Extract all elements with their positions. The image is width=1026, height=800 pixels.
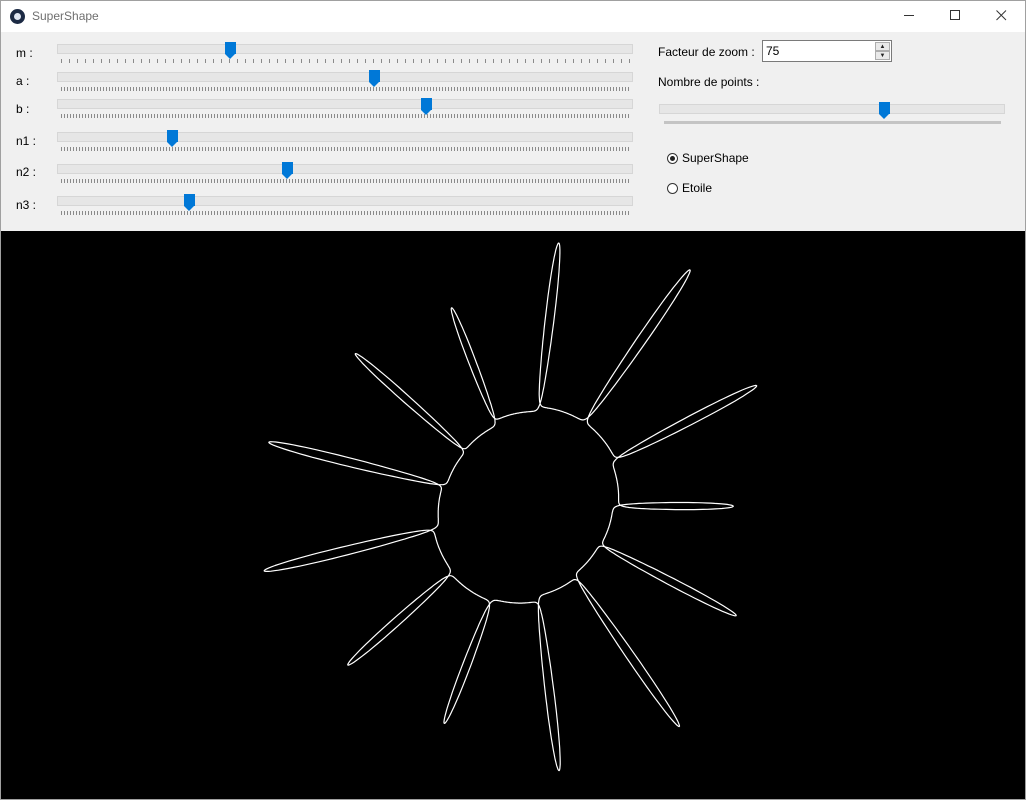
drawing-canvas — [1, 231, 1025, 799]
points-slider-track[interactable] — [659, 104, 1005, 114]
radio-supershape-circle[interactable] — [667, 152, 678, 164]
slider-label-m: m : — [16, 46, 33, 60]
window-title: SuperShape — [32, 9, 99, 23]
points-slider-thumb[interactable] — [878, 102, 890, 119]
slider-a-thumb[interactable] — [368, 70, 380, 87]
points-slider-baseline — [664, 121, 1001, 124]
radio-etoile-circle[interactable] — [667, 182, 678, 194]
minimize-button-visible[interactable] — [886, 0, 932, 31]
maximize-button[interactable] — [932, 0, 978, 31]
radio-etoile-label: Etoile — [682, 181, 713, 195]
zoom-value[interactable]: 75 — [766, 44, 779, 58]
spin-down-button[interactable]: ▼ — [875, 51, 890, 60]
slider-a-ticks — [61, 87, 631, 91]
slider-m-track[interactable] — [57, 44, 633, 54]
minimize-icon — [903, 15, 914, 16]
app-window: SuperShape m : a : b : n1 : n2 : n3: Fa… — [0, 0, 1026, 800]
slider-n3-ticks — [61, 211, 631, 215]
slider-b-track[interactable] — [57, 99, 633, 109]
slider-m-thumb[interactable] — [224, 42, 236, 59]
slider-n2-ticks — [61, 179, 631, 183]
slider-b-ticks — [61, 114, 631, 118]
slider-n2-thumb[interactable] — [282, 162, 294, 179]
points-label: Nombre de points : — [658, 75, 760, 89]
zoom-label: Facteur de zoom : — [658, 45, 755, 59]
slider-m-ticks — [61, 59, 631, 63]
slider-n1-track[interactable] — [57, 132, 633, 142]
slider-n3-track[interactable] — [57, 196, 633, 206]
supershape-drawing — [263, 242, 758, 772]
controls-panel: m : a : b : n1 : n2 : n3 : Facteur de zo… — [1, 32, 1025, 231]
close-icon — [995, 10, 1006, 21]
app-icon — [10, 9, 25, 24]
supershape-curve — [263, 242, 758, 772]
slider-b-thumb[interactable] — [420, 98, 432, 115]
slider-label-b: b : — [16, 102, 30, 116]
slider-a-track[interactable] — [57, 72, 633, 82]
radio-supershape[interactable]: SuperShape — [667, 151, 749, 165]
radio-etoile[interactable]: Etoile — [667, 181, 712, 195]
spin-up-button[interactable]: ▲ — [875, 42, 890, 51]
slider-label-a: a : — [16, 74, 30, 88]
maximize-icon — [949, 10, 960, 20]
radio-supershape-label: SuperShape — [682, 151, 749, 165]
slider-label-n3: n3 : — [16, 198, 37, 212]
slider-n3-thumb[interactable] — [184, 194, 196, 211]
slider-n1-thumb[interactable] — [167, 130, 179, 147]
title-bar[interactable]: SuperShape — [1, 1, 1025, 32]
slider-n1-ticks — [61, 147, 631, 151]
zoom-spinbox[interactable]: 75 ▲ ▼ — [762, 40, 892, 62]
slider-label-n1: n1 : — [16, 134, 37, 148]
slider-n2-track[interactable] — [57, 164, 633, 174]
close-button[interactable] — [978, 0, 1024, 31]
slider-label-n2: n2 : — [16, 165, 37, 179]
